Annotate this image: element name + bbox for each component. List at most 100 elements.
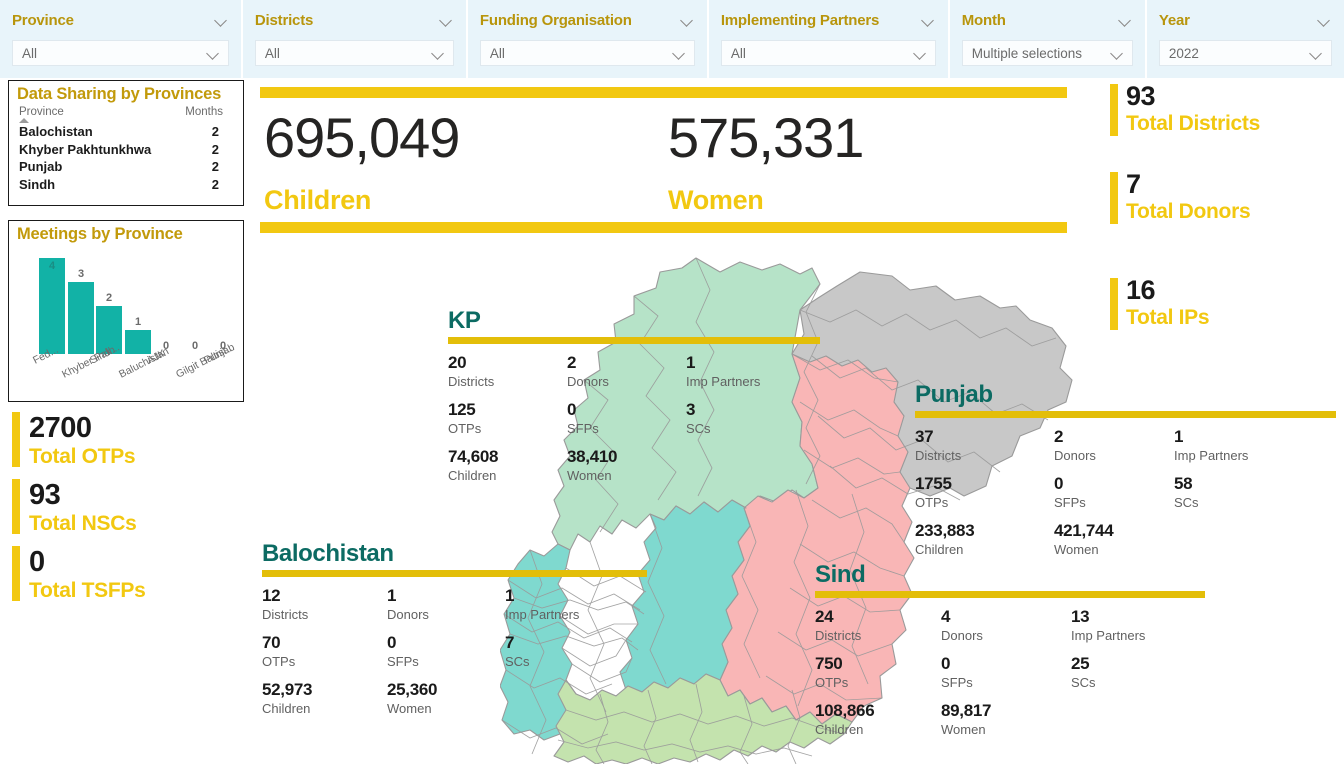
bar-rect[interactable] bbox=[39, 258, 65, 354]
filter-implementing-partners-select[interactable]: All bbox=[720, 40, 936, 66]
metric-donors[interactable]: 2 Donors bbox=[567, 353, 686, 390]
filter-year-header[interactable]: Year bbox=[1159, 8, 1332, 32]
kpi-total-otps[interactable]: 2700 Total OTPs bbox=[12, 412, 242, 469]
meetings-bar-chart[interactable]: 4321000 Fed... Khyber Pak... Sindh Baluchis… bbox=[15, 250, 243, 381]
chart-plot-area: 4321000 bbox=[39, 258, 239, 354]
table-row[interactable]: Sindh 2 bbox=[19, 176, 233, 194]
filter-province-header[interactable]: Province bbox=[12, 8, 229, 32]
metric-donors[interactable]: 1 Donors bbox=[387, 586, 505, 623]
filter-implementing-partners-header[interactable]: Implementing Partners bbox=[721, 8, 936, 32]
chevron-down-icon[interactable] bbox=[922, 16, 936, 25]
metric-sfps[interactable]: 0 SFPs bbox=[1054, 474, 1174, 511]
metric-sfps-value: 0 bbox=[941, 654, 951, 673]
metric-districts[interactable]: 37 Districts bbox=[915, 427, 1054, 464]
table-row[interactable]: Punjab 2 bbox=[19, 158, 233, 176]
kpi-total-nscs[interactable]: 93 Total NSCs bbox=[12, 479, 242, 536]
filter-funding-organisation-title: Funding Organisation bbox=[479, 11, 632, 29]
metric-imp-partners[interactable]: 1 Imp Partners bbox=[505, 586, 647, 623]
chevron-down-icon[interactable] bbox=[440, 16, 454, 25]
metric-children-label: Children bbox=[262, 701, 311, 716]
metric-scs[interactable]: 25 SCs bbox=[1071, 654, 1205, 691]
filter-month[interactable]: Month Multiple selections bbox=[949, 0, 1145, 78]
metric-otps[interactable]: 1755 OTPs bbox=[915, 474, 1054, 511]
metric-sfps[interactable]: 0 SFPs bbox=[567, 400, 686, 437]
metric-sfps-label: SFPs bbox=[1054, 495, 1086, 510]
chevron-down-icon[interactable] bbox=[1119, 16, 1133, 25]
filter-districts-select[interactable]: All bbox=[254, 40, 454, 66]
filter-funding-organisation[interactable]: Funding Organisation All bbox=[467, 0, 707, 78]
metric-women[interactable]: 38,410 Women bbox=[567, 447, 686, 484]
table-row[interactable]: Khyber Pakhtunkhwa 2 bbox=[19, 141, 233, 159]
metric-otps[interactable]: 70 OTPs bbox=[262, 633, 387, 670]
filter-implementing-partners[interactable]: Implementing Partners All bbox=[708, 0, 948, 78]
chevron-down-icon[interactable] bbox=[1318, 16, 1332, 25]
metric-women-value: 25,360 bbox=[387, 680, 438, 699]
column-header-province[interactable]: Province bbox=[19, 106, 64, 118]
kpi-total-ips[interactable]: 16 Total IPs bbox=[1110, 276, 1210, 330]
metric-districts[interactable]: 20 Districts bbox=[448, 353, 567, 390]
cell-province: Balochistan bbox=[19, 124, 93, 139]
filter-funding-organisation-select[interactable]: All bbox=[479, 40, 695, 66]
metric-scs[interactable]: 3 SCs bbox=[686, 400, 820, 437]
kpi-total-districts[interactable]: 93 Total Districts bbox=[1110, 82, 1260, 136]
filter-districts[interactable]: Districts All bbox=[242, 0, 466, 78]
metric-children[interactable]: 74,608 Children bbox=[448, 447, 567, 484]
chevron-down-icon[interactable] bbox=[1310, 49, 1324, 58]
filter-implementing-partners-title: Implementing Partners bbox=[720, 11, 880, 29]
province-name-kp: KP bbox=[448, 307, 481, 334]
filter-implementing-partners-value: All bbox=[730, 45, 746, 61]
metric-children[interactable]: 233,883 Children bbox=[915, 521, 1054, 558]
metric-children[interactable]: 108,866 Children bbox=[815, 701, 941, 738]
metric-children[interactable]: 52,973 Children bbox=[262, 680, 387, 717]
metric-children-value: 74,608 bbox=[448, 447, 499, 466]
chevron-down-icon[interactable] bbox=[914, 49, 928, 58]
bar-rect[interactable] bbox=[68, 282, 94, 354]
chevron-down-icon[interactable] bbox=[207, 49, 221, 58]
filter-month-header[interactable]: Month bbox=[962, 8, 1133, 32]
metric-otps[interactable]: 125 OTPs bbox=[448, 400, 567, 437]
filter-year[interactable]: Year 2022 bbox=[1146, 0, 1344, 78]
bar-value-label: 0 bbox=[191, 340, 199, 352]
filter-province[interactable]: Province All bbox=[0, 0, 241, 78]
filter-districts-header[interactable]: Districts bbox=[255, 8, 454, 32]
metric-donors[interactable]: 4 Donors bbox=[941, 607, 1071, 644]
hero-top-rule bbox=[260, 87, 1067, 98]
metric-imp-partners[interactable]: 1 Imp Partners bbox=[1174, 427, 1336, 464]
metric-scs[interactable]: 58 SCs bbox=[1174, 474, 1336, 511]
metric-donors[interactable]: 2 Donors bbox=[1054, 427, 1174, 464]
filter-funding-organisation-header[interactable]: Funding Organisation bbox=[480, 8, 695, 32]
metric-districts[interactable]: 24 Districts bbox=[815, 607, 941, 644]
chevron-down-icon[interactable] bbox=[215, 16, 229, 25]
metric-districts[interactable]: 12 Districts bbox=[262, 586, 387, 623]
column-header-months[interactable]: Months bbox=[185, 106, 233, 118]
metric-imp-partners[interactable]: 13 Imp Partners bbox=[1071, 607, 1205, 644]
bar-value-label: 3 bbox=[77, 268, 85, 280]
filter-month-title: Month bbox=[961, 11, 1006, 29]
filter-month-select[interactable]: Multiple selections bbox=[961, 40, 1133, 66]
metric-sfps[interactable]: 0 SFPs bbox=[941, 654, 1071, 691]
metric-women[interactable]: 25,360 Women bbox=[387, 680, 505, 717]
metric-women[interactable]: 421,744 Women bbox=[1054, 521, 1174, 558]
metric-donors-label: Donors bbox=[387, 607, 429, 622]
table-row[interactable]: Balochistan 2 bbox=[19, 123, 233, 141]
chevron-down-icon[interactable] bbox=[432, 49, 446, 58]
filter-year-title: Year bbox=[1158, 11, 1190, 29]
chevron-down-icon[interactable] bbox=[681, 16, 695, 25]
kpi-total-tsfps[interactable]: 0 Total TSFPs bbox=[12, 546, 242, 603]
metric-sfps[interactable]: 0 SFPs bbox=[387, 633, 505, 670]
chevron-down-icon[interactable] bbox=[673, 49, 687, 58]
bar-rect[interactable] bbox=[125, 330, 151, 354]
hero-children-value: 695,049 bbox=[264, 106, 460, 169]
metric-women[interactable]: 89,817 Women bbox=[941, 701, 1071, 738]
province-rule-punjab bbox=[915, 411, 1336, 418]
metric-otps[interactable]: 750 OTPs bbox=[815, 654, 941, 691]
metric-scs[interactable]: 7 SCs bbox=[505, 633, 647, 670]
metric-imp-partners[interactable]: 1 Imp Partners bbox=[686, 353, 820, 390]
filter-province-select[interactable]: All bbox=[12, 40, 229, 66]
metric-children-value: 52,973 bbox=[262, 680, 313, 699]
kpi-total-ips-label: Total IPs bbox=[1126, 306, 1210, 329]
chevron-down-icon[interactable] bbox=[1111, 49, 1125, 58]
kpi-total-donors[interactable]: 7 Total Donors bbox=[1110, 170, 1251, 224]
filter-year-select[interactable]: 2022 bbox=[1158, 40, 1333, 66]
metric-imp-partners-label: Imp Partners bbox=[505, 607, 580, 622]
